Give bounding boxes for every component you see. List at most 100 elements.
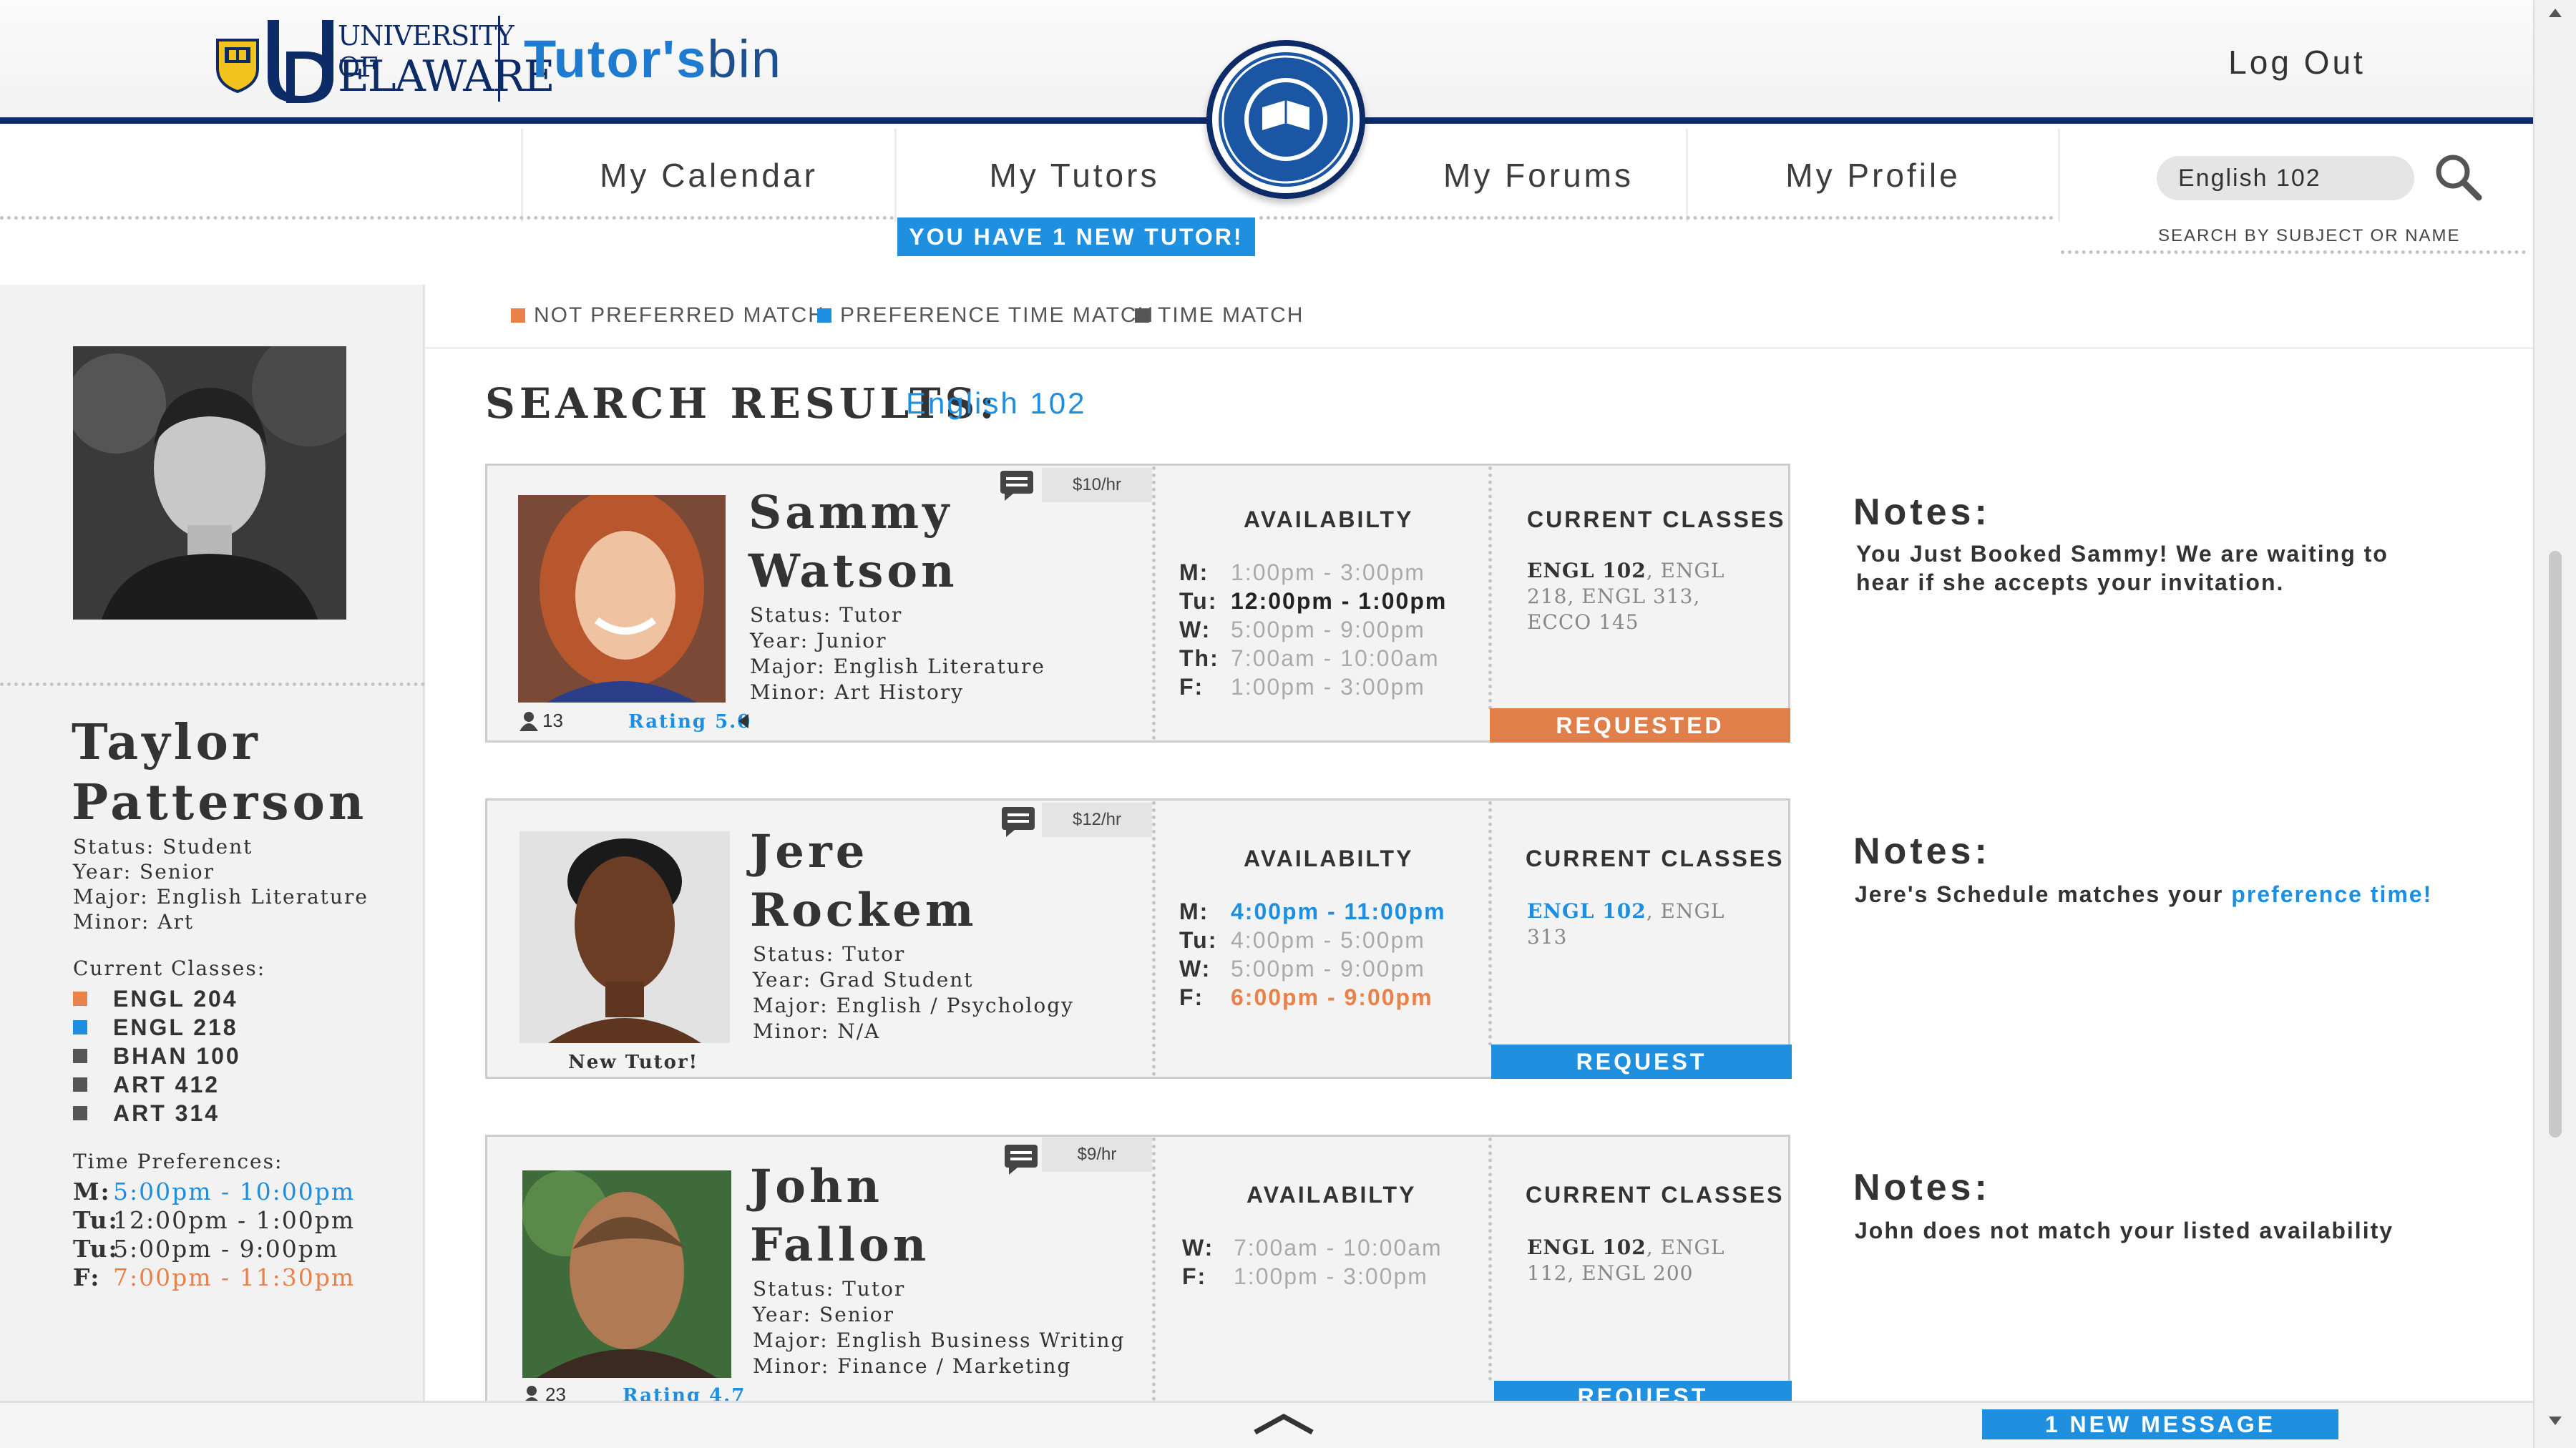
sidebar-class-item: BHAN 100: [73, 1042, 241, 1070]
chevron-up-icon[interactable]: [1251, 1411, 1317, 1439]
time-preferences-label: Time Preferences:: [73, 1150, 283, 1173]
tutor-first-name: John: [750, 1160, 884, 1213]
availability-row: Tu: 12:00pm - 1:00pm: [1179, 588, 1448, 614]
tutor-major: Major: English / Psychology: [753, 994, 1074, 1017]
tutor-status: Status: Tutor: [753, 1277, 906, 1301]
student-status: Status: Student: [73, 835, 253, 858]
legend-swatch: [817, 308, 831, 323]
student-count: 13: [519, 710, 563, 732]
current-classes-label: CURRENT CLASSES: [1526, 1182, 1785, 1208]
student-year: Year: Senior: [73, 860, 215, 884]
class-color-swatch: [73, 1106, 87, 1120]
tutor-major: Major: English Literature: [750, 655, 1045, 678]
current-classes-label: Current Classes:: [73, 957, 266, 980]
availability-row: Tu: 4:00pm - 5:00pm: [1179, 927, 1425, 953]
card-divider: [1152, 466, 1156, 740]
notes-text: John does not match your listed availabi…: [1855, 1218, 2394, 1243]
tutor-minor: Minor: N/A: [753, 1019, 881, 1043]
chat-bubble-icon[interactable]: [1000, 806, 1036, 841]
brand-tutorsbin-suffix: bin: [707, 29, 783, 89]
legend-swatch: [1135, 308, 1149, 323]
sidebar-class-list: ENGL 204 ENGL 218 BHAN 100 ART 412 ART 3…: [73, 984, 241, 1127]
nav-dotted-rule: [1259, 216, 2054, 220]
tutor-classes: ENGL 102, ENGL 313: [1527, 899, 1725, 949]
brand-tutorsbin-main: Tutor's: [524, 29, 708, 89]
student-count-icon: [519, 711, 538, 731]
availability-label: AVAILABILTY: [1244, 507, 1414, 532]
tutor-last-name: Rockem: [750, 884, 977, 937]
tutor-classes: ENGL 102, ENGL 218, ENGL 313, ECCO 145: [1527, 559, 1725, 634]
search-caption: SEARCH BY SUBJECT OR NAME: [2158, 226, 2461, 245]
legend-time-match: TIME MATCH: [1135, 303, 1304, 328]
card-divider: [1488, 1138, 1492, 1381]
rating-arrow-icon[interactable]: [736, 713, 750, 733]
availability-row: W: 7:00am - 10:00am: [1182, 1235, 1443, 1261]
nav-my-calendar[interactable]: My Calendar: [521, 129, 894, 222]
requested-button[interactable]: REQUESTED: [1490, 708, 1790, 743]
availability-row: F: 6:00pm - 9:00pm: [1179, 984, 1433, 1010]
current-classes-label: CURRENT CLASSES: [1527, 507, 1786, 532]
scrollbar-thumb[interactable]: [2549, 551, 2562, 1138]
tutor-photo: [522, 1170, 731, 1378]
student-major: Major: English Literature: [73, 885, 369, 909]
scroll-arrow-up-icon[interactable]: [2546, 4, 2565, 26]
chat-bubble-icon[interactable]: [1003, 1143, 1039, 1178]
tutor-year: Year: Junior: [750, 629, 887, 652]
card-divider: [1488, 801, 1492, 1046]
tutor-photo: [519, 831, 730, 1043]
availability-row: W: 5:00pm - 9:00pm: [1179, 956, 1425, 982]
sidebar-class-item: ENGL 218: [73, 1013, 241, 1042]
tutor-major: Major: English Business Writing: [753, 1329, 1126, 1352]
seal-icon: [1219, 52, 1353, 187]
legend-swatch: [511, 308, 525, 323]
nav-my-forums[interactable]: My Forums: [1360, 129, 1717, 222]
hourly-rate: $10/hr: [1042, 468, 1152, 502]
legend-preference-time: PREFERENCE TIME MATCH: [817, 303, 1154, 328]
time-pref-row: Tu:12:00pm - 1:00pm: [73, 1206, 356, 1234]
tutor-minor: Minor: Finance / Marketing: [753, 1354, 1072, 1378]
tutorsbin-logo[interactable]: Tutor'sbin: [524, 29, 782, 89]
student-last-name: Patterson: [72, 774, 368, 831]
tutor-status: Status: Tutor: [753, 942, 906, 966]
legend-not-preferred: NOT PREFERRED MATCH: [511, 303, 825, 328]
new-message-button[interactable]: 1 NEW MESSAGE: [1982, 1409, 2338, 1439]
page-scrollbar[interactable]: [2533, 0, 2576, 1448]
notes-title: Notes:: [1853, 1167, 1991, 1208]
nav-my-tutors[interactable]: My Tutors: [894, 129, 1252, 222]
university-logo[interactable]: UNIVERSITY OF ELAWARE: [215, 16, 555, 105]
class-color-swatch: [73, 1049, 87, 1063]
new-tutor-banner[interactable]: YOU HAVE 1 NEW TUTOR!: [897, 217, 1255, 256]
tutor-rating[interactable]: Rating 5.0: [628, 711, 751, 733]
time-preferences-list: M:5:00pm - 10:00pm Tu:12:00pm - 1:00pm T…: [73, 1178, 355, 1292]
preference-time-link[interactable]: preference time!: [2231, 881, 2432, 907]
logo-divider: [498, 16, 500, 102]
availability-row: F: 1:00pm - 3:00pm: [1182, 1263, 1428, 1289]
tutor-minor: Minor: Art History: [750, 680, 965, 704]
scroll-arrow-down-icon[interactable]: [2546, 1412, 2565, 1434]
notes-text: Jere's Schedule matches your preference …: [1855, 881, 2433, 907]
tutor-first-name: Sammy: [748, 486, 953, 539]
tutor-last-name: Watson: [748, 544, 958, 598]
availability-list: W: 7:00am - 10:00am F: 1:00pm - 3:00pm: [1182, 1233, 1443, 1291]
chat-bubble-icon[interactable]: [999, 469, 1035, 504]
search-input[interactable]: [2157, 156, 2414, 200]
notes-text: You Just Booked Sammy! We are waiting to…: [1856, 541, 2389, 595]
search-icon[interactable]: [2433, 152, 2483, 202]
nav-dotted-rule: [0, 216, 894, 220]
logout-button[interactable]: Log Out: [2190, 43, 2404, 82]
availability-label: AVAILABILTY: [1244, 846, 1414, 871]
card-divider: [1152, 801, 1156, 1076]
availability-list: M: 4:00pm - 11:00pm Tu: 4:00pm - 5:00pm W:…: [1179, 897, 1446, 1012]
tutor-year: Year: Senior: [753, 1303, 895, 1326]
sidebar-class-item: ENGL 204: [73, 984, 241, 1013]
nav-my-profile[interactable]: My Profile: [1686, 129, 2058, 222]
search-dotted-rule: [2061, 250, 2526, 254]
hourly-rate: $12/hr: [1042, 803, 1152, 837]
results-query: English 102: [906, 386, 1087, 420]
availability-list: M: 1:00pm - 3:00pm Tu: 12:00pm - 1:00pm W:…: [1179, 558, 1447, 701]
request-button[interactable]: REQUEST: [1491, 1045, 1792, 1079]
card-divider: [1488, 466, 1492, 710]
student-first-name: Taylor: [72, 714, 261, 771]
tutor-first-name: Jere: [750, 825, 869, 879]
hourly-rate: $9/hr: [1042, 1138, 1152, 1172]
